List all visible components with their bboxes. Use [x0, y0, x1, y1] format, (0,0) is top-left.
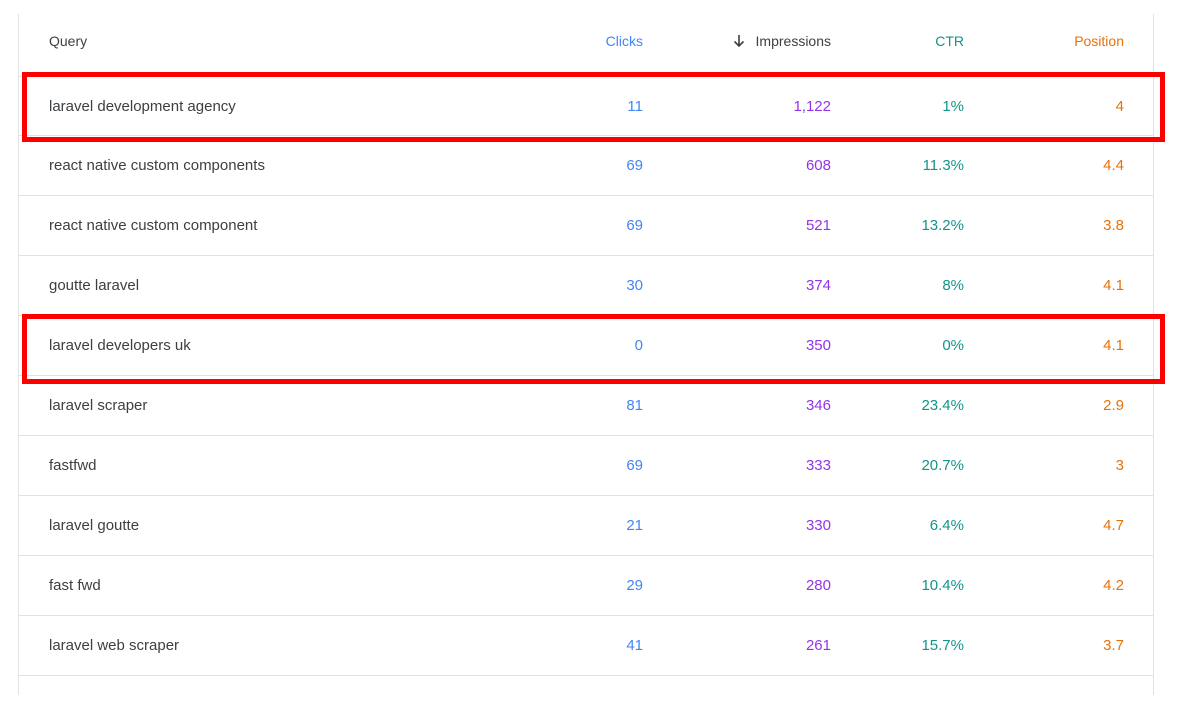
table-row[interactable]: goutte laravel 30 374 8% 4.1: [19, 256, 1153, 316]
row-impressions: 1,122: [793, 98, 831, 115]
row-ctr: 0%: [942, 337, 964, 354]
row-query: react native custom components: [49, 157, 265, 174]
row-position: 3.7: [1103, 637, 1124, 654]
row-impressions: 261: [805, 637, 831, 654]
row-impressions: 333: [805, 457, 831, 474]
row-ctr: 13.2%: [921, 217, 964, 234]
row-position: 4.2: [1103, 577, 1124, 594]
row-position: 2.9: [1103, 397, 1124, 414]
row-clicks: 30: [626, 277, 643, 294]
row-ctr: 1%: [942, 98, 964, 115]
row-clicks: 69: [626, 157, 643, 174]
header-position[interactable]: Position: [1074, 31, 1124, 51]
table-header: Query Clicks Impressions CTR Position: [19, 14, 1153, 66]
table-row[interactable]: react native custom components 69 608 11.3%…: [19, 136, 1153, 196]
row-ctr: 11.3%: [922, 157, 964, 174]
row-query: goutte laravel: [49, 277, 140, 294]
row-clicks: 21: [626, 517, 643, 534]
table-row[interactable]: laravel scraper 81 346 23.4% 2.9: [19, 376, 1153, 436]
row-ctr: 8%: [942, 277, 964, 294]
row-position: 4.1: [1103, 277, 1124, 294]
row-query: fast fwd: [49, 577, 101, 594]
header-ctr[interactable]: CTR: [935, 31, 964, 51]
header-impressions-label: Impressions: [755, 33, 831, 49]
row-impressions: 280: [805, 577, 831, 594]
row-ctr: 20.7%: [921, 457, 964, 474]
table-row[interactable]: laravel development agency 11 1,122 1% 4: [19, 76, 1153, 136]
row-clicks: 0: [634, 337, 643, 354]
row-impressions: 330: [805, 517, 831, 534]
table-row[interactable]: fast fwd 29 280 10.4% 4.2: [19, 556, 1153, 616]
page: Query Clicks Impressions CTR Position la…: [0, 0, 1181, 717]
row-query: laravel development agency: [49, 98, 236, 115]
row-clicks: 69: [626, 457, 643, 474]
row-query: react native custom component: [49, 217, 258, 234]
row-position: 4.4: [1103, 157, 1124, 174]
table-row[interactable]: react native custom component 69 521 13.2% 3…: [19, 196, 1153, 256]
row-impressions: 374: [805, 277, 831, 294]
row-clicks: 81: [626, 397, 643, 414]
row-query: laravel web scraper: [49, 637, 180, 654]
table-row[interactable]: laravel developers uk 0 350 0% 4.1: [19, 316, 1153, 376]
table-row[interactable]: laravel goutte 21 330 6.4% 4.7: [19, 496, 1153, 556]
header-clicks[interactable]: Clicks: [606, 31, 643, 51]
row-clicks: 29: [626, 577, 643, 594]
header-impressions[interactable]: Impressions: [732, 31, 831, 51]
row-ctr: 15.7%: [921, 637, 964, 654]
row-impressions: 521: [805, 217, 831, 234]
table-row[interactable]: fastfwd 69 333 20.7% 3: [19, 436, 1153, 496]
row-query: fastfwd: [49, 457, 97, 474]
row-position: 4.1: [1103, 337, 1124, 354]
row-query: laravel goutte: [49, 517, 140, 534]
table-row[interactable]: laravel web scraper 41 261 15.7% 3.7: [19, 616, 1153, 676]
row-ctr: 23.4%: [921, 397, 964, 414]
arrow-down-icon: [733, 35, 744, 48]
row-clicks: 41: [626, 637, 643, 654]
row-position: 3: [1115, 457, 1124, 474]
row-position: 3.8: [1103, 217, 1124, 234]
row-query: laravel scraper: [49, 397, 148, 414]
row-ctr: 10.4%: [921, 577, 964, 594]
row-query: laravel developers uk: [49, 337, 191, 354]
row-position: 4: [1115, 98, 1124, 115]
row-clicks: 11: [627, 98, 643, 115]
queries-table: Query Clicks Impressions CTR Position la…: [18, 14, 1154, 695]
header-query[interactable]: Query: [49, 31, 87, 51]
row-impressions: 608: [805, 157, 831, 174]
row-ctr: 6.4%: [929, 517, 964, 534]
row-clicks: 69: [626, 217, 643, 234]
row-position: 4.7: [1103, 517, 1124, 534]
row-impressions: 346: [805, 397, 831, 414]
row-impressions: 350: [805, 337, 831, 354]
